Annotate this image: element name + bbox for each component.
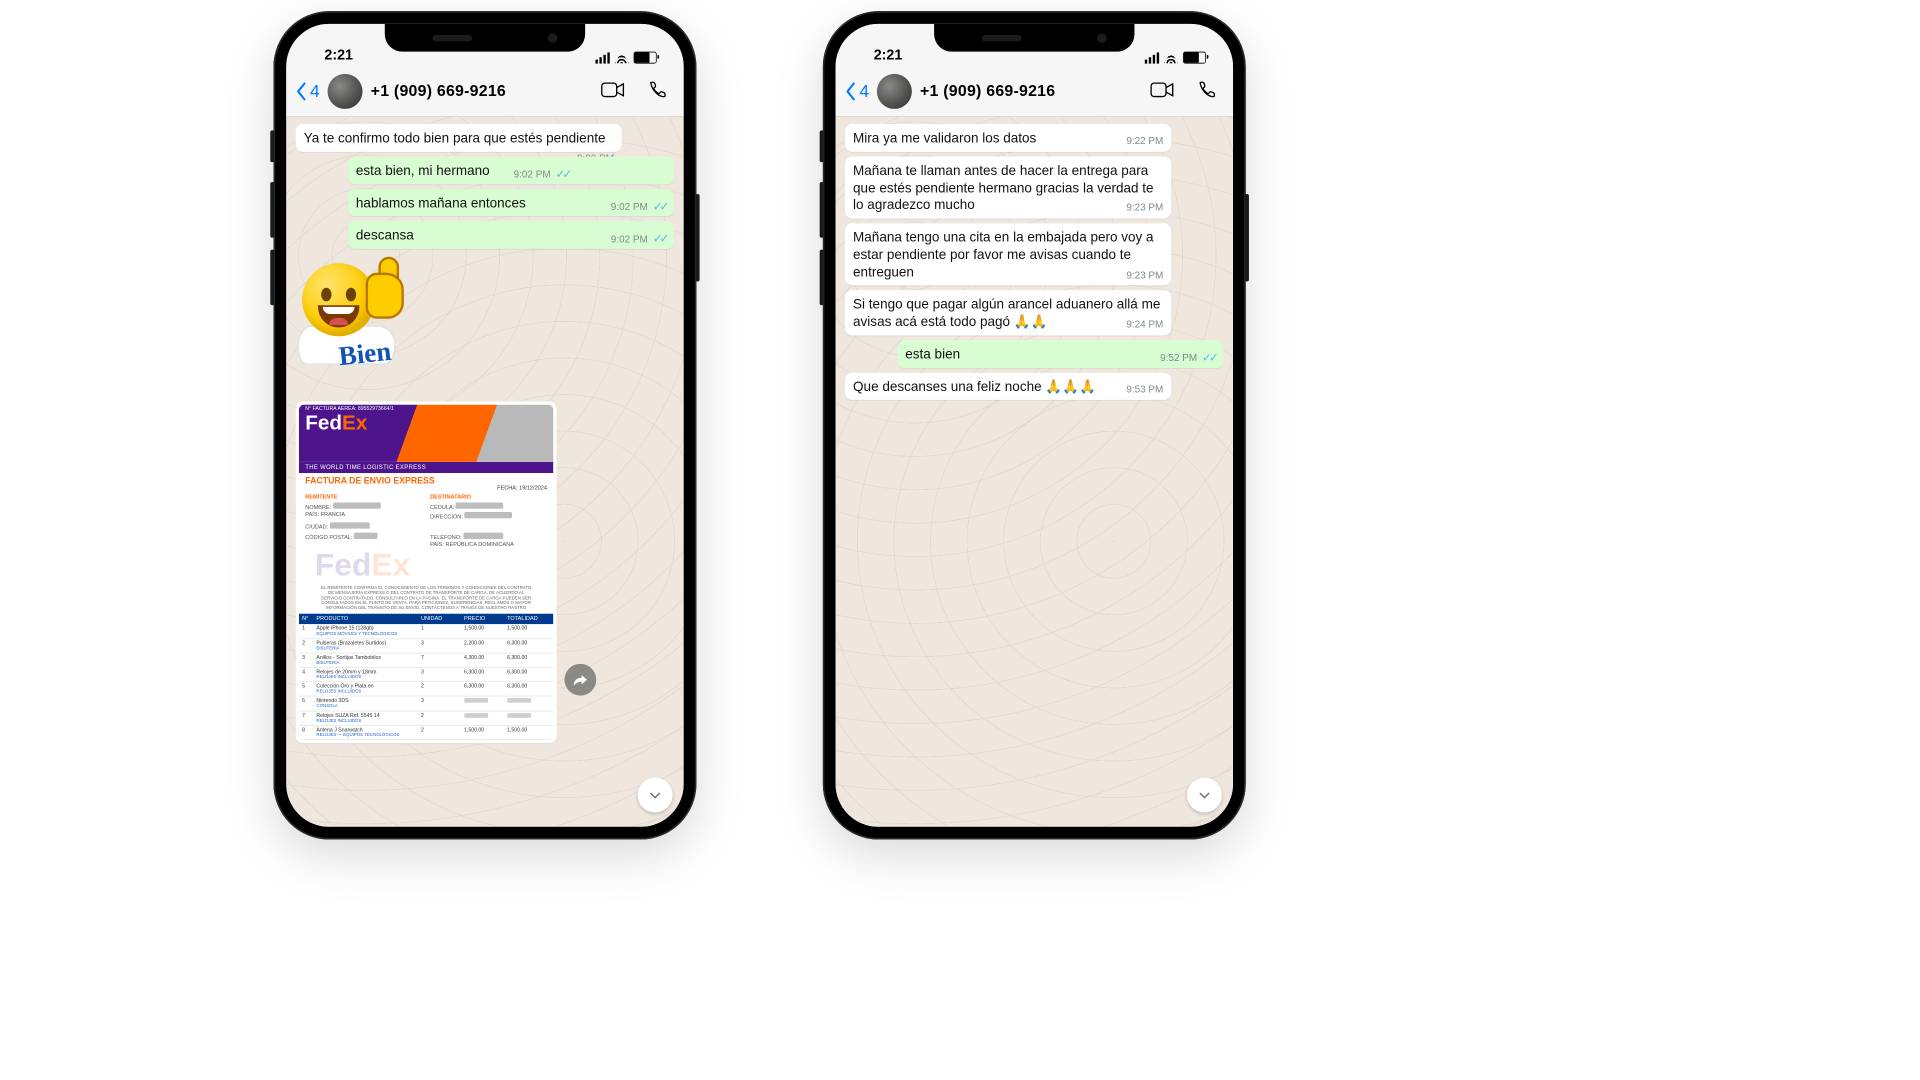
message-text: Si tengo que pagar algún arancel aduaner…: [853, 297, 1160, 329]
sticker-message[interactable]: Bien 9:03 PM: [297, 263, 440, 393]
notch: [934, 24, 1134, 52]
chat-header: 4 +1 (909) 669-9216: [286, 67, 684, 117]
forward-button[interactable]: [564, 664, 596, 696]
fx-field-label: DIRECCIÓN:: [430, 515, 463, 521]
read-ticks-icon: ✓✓: [1202, 350, 1216, 365]
phone-mockup-left: 2:21 4 +1 (909) 669-9216 Ya te confirmo: [273, 11, 696, 839]
back-count: 4: [310, 81, 320, 102]
message-time: 9:53 PM: [1126, 383, 1163, 396]
country-from: FRANCIA: [321, 512, 345, 518]
message-text: descansa: [356, 228, 414, 243]
message-in[interactable]: Ya te confirmo todo bien para que estés …: [296, 124, 622, 152]
status-time: 2:21: [324, 47, 353, 64]
message-text: hablamos mañana entonces: [356, 195, 526, 210]
chat-area[interactable]: Mira ya me validaron los datos 9:22 PM Ma…: [836, 113, 1234, 827]
message-time: 9:02 PM: [611, 233, 648, 246]
th: PRECIO: [464, 616, 507, 622]
back-button[interactable]: 4: [296, 81, 320, 102]
avatar[interactable]: [328, 74, 363, 109]
message-text: Ya te confirmo todo bien para que estés …: [304, 130, 606, 145]
invoice-disclaimer: EL REMITENTE CONFIRMA EL CONOCIMIENTO DE…: [299, 586, 553, 613]
battery-icon: [634, 52, 657, 64]
message-text: Mañana te llaman antes de hacer la entre…: [853, 163, 1154, 213]
battery-icon: [1183, 52, 1206, 64]
message-time: 9:02 PM: [514, 168, 551, 181]
status-time: 2:21: [874, 47, 903, 64]
fx-field-label: PAÍS:: [430, 543, 444, 549]
message-in[interactable]: Si tengo que pagar algún arancel aduaner…: [845, 290, 1171, 335]
thumbs-up-icon: [359, 258, 405, 322]
th: UNIDAD: [421, 616, 464, 622]
message-out[interactable]: esta bien 9:52 PM ✓✓: [897, 340, 1223, 368]
message-out[interactable]: hablamos mañana entonces 9:02 PM ✓✓: [348, 189, 674, 217]
invoice-date: 19/12/2024: [519, 486, 547, 492]
chat-area[interactable]: Ya te confirmo todo bien para que estés …: [286, 113, 684, 827]
wifi-icon: [1164, 52, 1178, 63]
voice-call-icon[interactable]: [1195, 80, 1219, 103]
fedex-logo: FedEx: [305, 411, 367, 434]
message-time: 9:02 PM: [611, 200, 648, 213]
phone-mockup-right: 2:21 4 +1 (909) 669-9216 Mira ya me vali…: [823, 11, 1246, 839]
read-ticks-icon: ✓✓: [555, 167, 569, 182]
video-call-icon[interactable]: [601, 80, 625, 103]
message-text: Que descanses una feliz noche 🙏🙏🙏: [853, 379, 1096, 394]
th: PRODUCTO: [316, 616, 421, 622]
message-text: esta bien, mi hermano: [356, 163, 490, 178]
contact-name[interactable]: +1 (909) 669-9216: [920, 82, 1142, 100]
message-text: esta bien: [905, 346, 960, 361]
voice-call-icon[interactable]: [646, 80, 670, 103]
message-out[interactable]: descansa 9:02 PM ✓✓: [348, 221, 674, 249]
chat-header: 4 +1 (909) 669-9216: [836, 67, 1234, 117]
invoice-title: FACTURA DE ENVIO EXPRESS: [299, 473, 553, 486]
fx-field-label: CIUDAD:: [305, 525, 328, 531]
th: N°: [302, 616, 316, 622]
message-text: Mira ya me validaron los datos: [853, 130, 1036, 145]
message-time: 9:22 PM: [1126, 134, 1163, 147]
image-message[interactable]: N° FACTURA AEREA: 89552973664/1 FedEx TH…: [296, 401, 557, 743]
back-button[interactable]: 4: [845, 81, 869, 102]
notch: [385, 24, 585, 52]
video-call-icon[interactable]: [1150, 80, 1174, 103]
read-ticks-icon: ✓✓: [653, 199, 667, 214]
fedex-invoice: N° FACTURA AEREA: 89552973664/1 FedEx TH…: [299, 405, 553, 740]
avatar[interactable]: [877, 74, 912, 109]
message-out[interactable]: esta bien, mi hermano 9:02 PM ✓✓: [348, 156, 674, 184]
recipient-label: DESTINATARIO: [430, 495, 547, 501]
fx-field-label: NOMBRE:: [305, 505, 331, 511]
th: TOTALIDAD: [507, 616, 550, 622]
country-dest: REPÚBLICA DOMINICANA: [445, 543, 513, 549]
message-time: 9:52 PM: [1160, 352, 1197, 365]
cellular-icon: [1145, 52, 1159, 63]
sticker-caption: Bien: [337, 337, 392, 373]
scroll-to-bottom-button[interactable]: [1187, 778, 1222, 813]
date-label: FECHA:: [497, 486, 517, 492]
contact-name[interactable]: +1 (909) 669-9216: [371, 82, 593, 100]
invoice-table-header: N° PRODUCTO UNIDAD PRECIO TOTALIDAD: [299, 614, 553, 625]
scroll-to-bottom-button[interactable]: [638, 778, 673, 813]
read-ticks-icon: ✓✓: [653, 232, 667, 247]
message-time: 9:23 PM: [1126, 268, 1163, 281]
fedex-tagline: THE WORLD TIME LOGISTIC EXPRESS: [299, 462, 553, 473]
message-in[interactable]: Que descanses una feliz noche 🙏🙏🙏 9:53 PM: [845, 372, 1171, 400]
fx-field-label: PAÍS:: [305, 512, 319, 518]
message-in[interactable]: Mira ya me validaron los datos 9:22 PM: [845, 124, 1171, 152]
back-count: 4: [859, 81, 869, 102]
message-in[interactable]: Mañana te llaman antes de hacer la entre…: [845, 156, 1171, 218]
message-time: 9:24 PM: [1126, 318, 1163, 331]
message-text: Mañana tengo una cita en la embajada per…: [853, 230, 1154, 280]
fx-field-label: TELÉFONO:: [430, 535, 462, 541]
remitter-label: REMITENTE: [305, 495, 422, 501]
message-in[interactable]: Mañana tengo una cita en la embajada per…: [845, 223, 1171, 285]
fx-field-label: CÓDIGO POSTAL:: [305, 535, 352, 541]
message-time: 9:23 PM: [1126, 201, 1163, 214]
wifi-icon: [615, 52, 629, 63]
fx-field-label: CÉDULA:: [430, 505, 454, 511]
cellular-icon: [595, 52, 609, 63]
